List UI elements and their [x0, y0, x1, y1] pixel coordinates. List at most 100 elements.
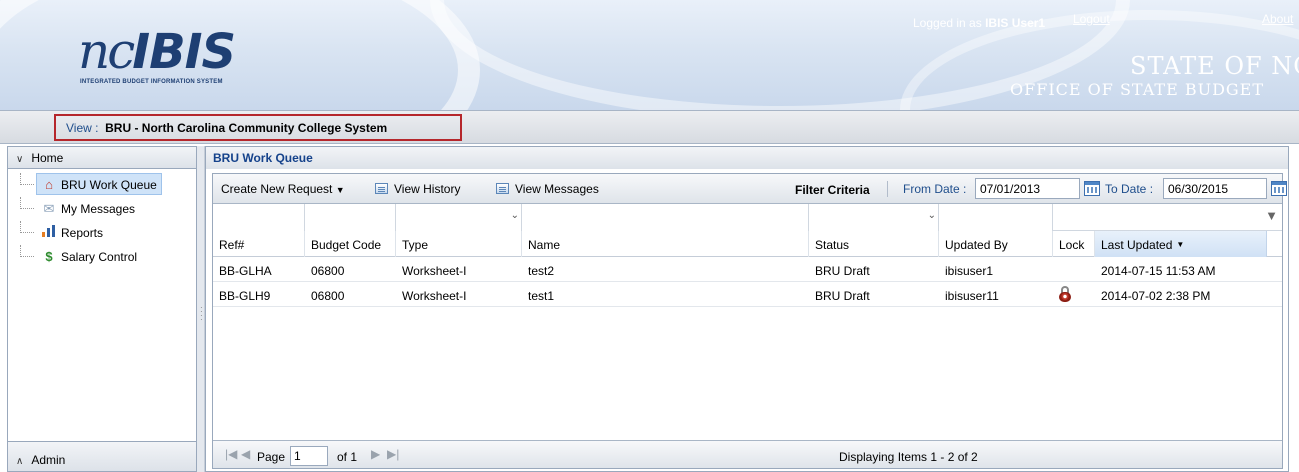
- about-link[interactable]: About: [1262, 12, 1293, 26]
- home-section-label: Home: [31, 151, 64, 165]
- calendar-icon[interactable]: [1271, 181, 1287, 196]
- tree-connector: [20, 245, 34, 257]
- list-icon: [375, 183, 388, 194]
- sidebar-item-label: Reports: [61, 226, 104, 240]
- nav-tree: ⌂ BRU Work Queue ✉ My Messages Reports $ Sa…: [8, 169, 196, 269]
- cell-type: Worksheet-I: [402, 264, 467, 278]
- chevron-down-icon: ∨: [16, 154, 24, 165]
- cell-status: BRU Draft: [815, 264, 870, 278]
- cell-ref: BB-GLHA: [219, 264, 272, 278]
- cell-name: test2: [528, 264, 555, 278]
- logo-subtitle: INTEGRATED BUDGET INFORMATION SYSTEM: [80, 79, 223, 85]
- cell-type: Worksheet-I: [402, 289, 467, 303]
- status-filter[interactable]: ⌄: [809, 204, 939, 231]
- cell-updated-by: ibisuser11: [945, 289, 999, 303]
- page-number-input[interactable]: [290, 446, 328, 466]
- table-row[interactable]: BB-GLH9 06800 Worksheet-I test1 BRU Draf…: [213, 282, 1282, 307]
- chevron-down-icon[interactable]: ⌄: [511, 210, 519, 221]
- chevron-down-icon[interactable]: ⌄: [928, 210, 936, 221]
- last-page-icon[interactable]: ▶|: [387, 447, 399, 461]
- cell-budget-code: 06800: [311, 289, 345, 303]
- nav-item-inner: ⌂ BRU Work Queue: [36, 173, 162, 195]
- column-header-updated-by[interactable]: Updated By: [939, 231, 1053, 257]
- type-filter[interactable]: ⌄: [396, 204, 522, 231]
- cell-lock: [1053, 282, 1095, 307]
- panel-splitter[interactable]: · · · ·: [197, 146, 205, 472]
- cell-last-updated: 2014-07-15 11:53 AM: [1101, 264, 1216, 278]
- lock-icon[interactable]: [1059, 286, 1071, 302]
- work-queue-panel: BRU Work Queue Create New Request ▼ View…: [205, 146, 1289, 472]
- home-icon: ⌂: [45, 177, 53, 192]
- view-messages-label: View Messages: [515, 182, 599, 196]
- logged-in-prefix: Logged in as: [913, 16, 982, 30]
- updated-by-filter[interactable]: [939, 204, 1053, 231]
- view-value: BRU - North Carolina Community College S…: [105, 121, 388, 135]
- create-new-request-button[interactable]: Create New Request ▼: [221, 182, 345, 196]
- page-total-label: of 1: [337, 450, 358, 464]
- table-row[interactable]: BB-GLHA 06800 Worksheet-I test2 BRU Draf…: [213, 257, 1282, 282]
- nav-item-inner: ✉ My Messages: [36, 197, 140, 219]
- logo-ibis: IBIS: [132, 24, 236, 80]
- chevron-up-icon: ∧: [16, 456, 24, 467]
- previous-page-icon[interactable]: ◀: [241, 447, 250, 461]
- nav-item-inner: $ Salary Control: [36, 245, 142, 267]
- column-header-budget-code[interactable]: Budget Code: [305, 231, 396, 257]
- view-history-button[interactable]: View History: [375, 182, 460, 196]
- state-title: STATE OF NO: [1130, 52, 1299, 80]
- toolbar-divider: [887, 181, 888, 197]
- column-header-label: Last Updated: [1101, 238, 1173, 252]
- column-header-lock[interactable]: Lock: [1053, 231, 1095, 257]
- sidebar-item-bru-work-queue[interactable]: ⌂ BRU Work Queue: [8, 173, 196, 197]
- tree-connector: [20, 197, 34, 209]
- sort-descending-icon: ▼: [1176, 240, 1185, 249]
- view-selector[interactable]: View : BRU - North Carolina Community Co…: [54, 114, 462, 141]
- logo-nc: nc: [78, 22, 135, 80]
- tree-connector: [20, 173, 34, 185]
- column-header-ref[interactable]: Ref#: [213, 231, 305, 257]
- dropdown-arrow-icon: ▼: [335, 185, 345, 195]
- view-label: View :: [66, 121, 99, 135]
- office-title: OFFICE OF STATE BUDGET: [1010, 80, 1265, 99]
- nav-item-inner: Reports: [36, 221, 108, 243]
- envelope-icon: ✉: [43, 201, 55, 216]
- admin-section-header[interactable]: ∧ Admin: [8, 441, 196, 471]
- column-header-status[interactable]: Status: [809, 231, 939, 257]
- left-navigation: ∨ Home ⌂ BRU Work Queue ✉ My Messages Repor…: [7, 146, 197, 472]
- column-header-last-updated[interactable]: Last Updated ▼: [1095, 231, 1267, 257]
- view-messages-button[interactable]: View Messages: [496, 182, 599, 196]
- sidebar-item-label: My Messages: [61, 202, 136, 216]
- logout-link[interactable]: Logout: [1073, 12, 1110, 26]
- splitter-grip-icon: · · · ·: [200, 303, 203, 324]
- ref-filter[interactable]: [213, 204, 305, 231]
- ncibis-logo: ncIBIS: [78, 22, 236, 82]
- logged-in-text: Logged in as IBIS User1: [913, 16, 1045, 30]
- dollar-icon: $: [45, 249, 53, 264]
- sidebar-item-salary-control[interactable]: $ Salary Control: [8, 245, 196, 269]
- sidebar-item-reports[interactable]: Reports: [8, 221, 196, 245]
- bar-chart-icon: [41, 222, 57, 244]
- cell-ref: BB-GLH9: [219, 289, 271, 303]
- filter-criteria-label: Filter Criteria: [795, 183, 870, 197]
- sidebar-item-my-messages[interactable]: ✉ My Messages: [8, 197, 196, 221]
- next-page-icon[interactable]: ▶: [371, 447, 380, 461]
- column-filter-row: ⌄ ⌄ ▼: [213, 204, 1282, 231]
- funnel-icon[interactable]: ▼: [1265, 208, 1278, 223]
- column-header-type[interactable]: Type: [396, 231, 522, 257]
- cell-budget-code: 06800: [311, 264, 345, 278]
- budget-code-filter[interactable]: [305, 204, 396, 231]
- from-date-input[interactable]: [975, 178, 1080, 199]
- cell-last-updated: 2014-07-02 2:38 PM: [1101, 289, 1211, 303]
- home-section-header[interactable]: ∨ Home: [8, 147, 196, 169]
- panel-title: BRU Work Queue: [206, 147, 1288, 169]
- name-filter[interactable]: [522, 204, 809, 231]
- to-date-input[interactable]: [1163, 178, 1267, 199]
- cell-lock: [1053, 257, 1095, 282]
- calendar-icon[interactable]: [1084, 181, 1100, 196]
- pagination-bar: |◀ ◀ Page of 1 ▶ ▶| Displaying Items 1 -…: [213, 440, 1282, 468]
- grid-toolbar: Create New Request ▼ View History View M…: [213, 174, 1287, 204]
- list-icon: [496, 183, 509, 194]
- cell-status: BRU Draft: [815, 289, 870, 303]
- first-page-icon[interactable]: |◀: [225, 447, 237, 461]
- column-header-name[interactable]: Name: [522, 231, 809, 257]
- sidebar-item-label: Salary Control: [61, 250, 138, 264]
